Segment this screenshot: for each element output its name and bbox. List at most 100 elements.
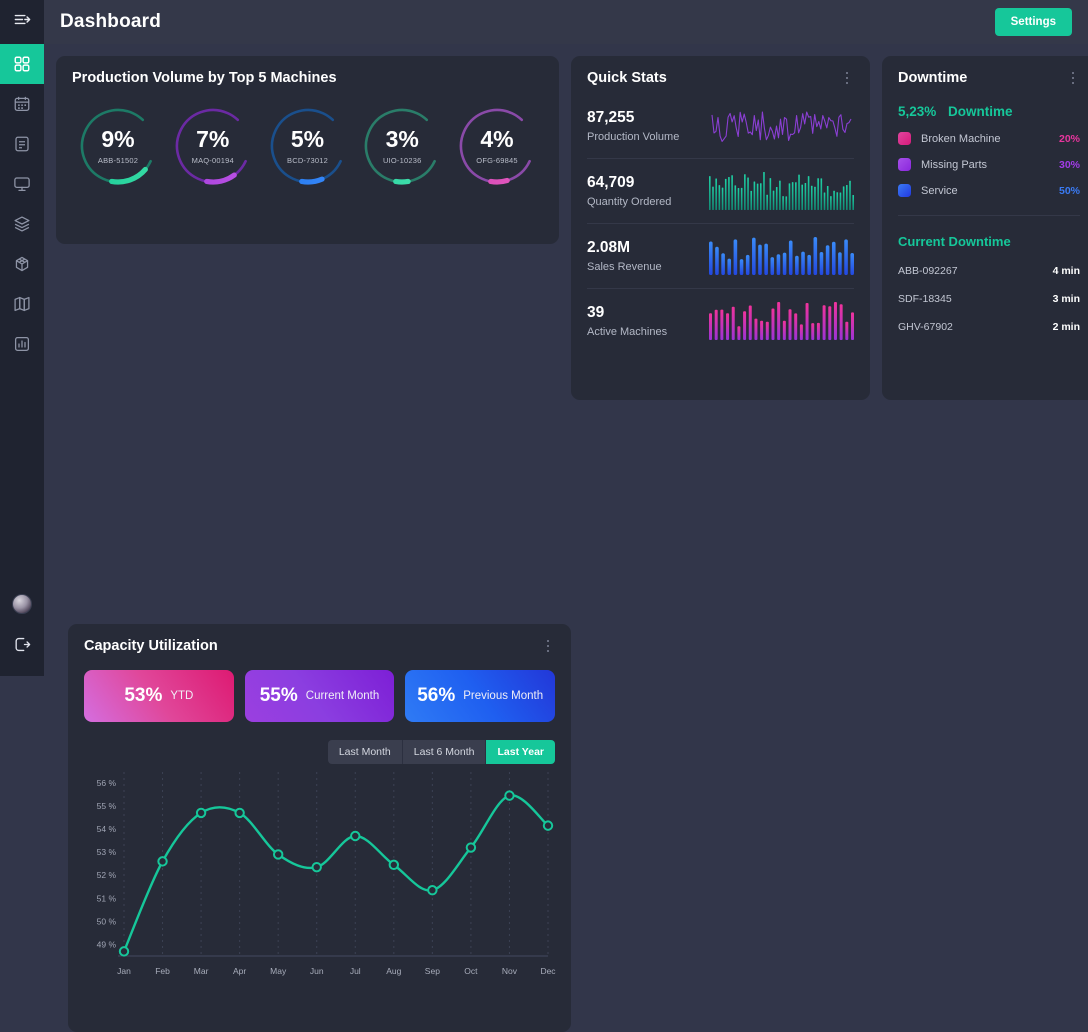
production-gauge: 5%BCD-73012 [264,102,352,190]
capacity-metric-card[interactable]: 56%Previous Month [405,670,555,722]
x-axis-tick: Jul [350,966,361,976]
sparkline-bar [851,312,854,340]
current-downtime-list: ABB-0922674 min SDF-183453 min GHV-679022 … [898,265,1080,333]
sidebar-toggle[interactable] [0,0,44,44]
quick-stats-header: Quick Stats [587,70,854,86]
sparkline-bar [783,253,787,275]
legend-swatch [898,184,911,197]
sparkline-bar [732,307,735,340]
sidebar-item-documents[interactable] [0,124,44,164]
data-point [351,832,359,840]
quick-stat-label: Production Volume [587,131,707,143]
capacity-metric-card[interactable]: 53%YTD [84,670,234,722]
quick-stat-value: 87,255 [587,109,707,127]
downtime-header: Downtime [898,70,1080,86]
sparkline-bar [764,244,768,275]
x-axis-tick: Jan [117,966,131,976]
capacity-line-chart: 49 %50 %51 %52 %53 %54 %55 %56 %JanFebMa… [84,764,555,995]
data-point [505,791,513,799]
quick-stat-text: 2.08MSales Revenue [587,239,707,273]
user-avatar[interactable] [0,584,44,624]
current-downtime-row: ABB-0922674 min [898,265,1080,277]
production-gauge: 9%ABB-51502 [74,102,162,190]
quick-stats-card: Quick Stats 87,255Production Volume64,70… [571,56,870,400]
capacity-metric-label: Current Month [306,690,380,702]
x-axis-tick: Sep [425,966,440,976]
capacity-metric-label: YTD [170,690,193,702]
sparkline-bar [727,259,731,275]
sparkline-bar [741,188,743,210]
downtime-summary-value: 5,23% [898,104,936,119]
sparkline-bar [740,259,744,275]
data-point [158,857,166,865]
logout-button[interactable] [0,624,44,664]
sparkline-bar [758,245,762,275]
range-tab[interactable]: Last Year [485,740,555,764]
sparkline-bar [777,254,781,275]
sparkline-bar [811,323,814,340]
gauge-machine-id: UIO-10236 [383,156,422,165]
capacity-metric-card[interactable]: 55%Current Month [245,670,395,722]
downtime-menu-icon[interactable] [1066,70,1080,86]
sparkline-bar [770,178,772,210]
sidebar-item-calendar[interactable] [0,84,44,124]
data-point [390,861,398,869]
sparkline-bars [709,233,854,279]
capacity-metric-cards: 53%YTD55%Current Month56%Previous Month [84,670,555,722]
sidebar-item-map[interactable] [0,284,44,324]
data-point [313,863,321,871]
quick-stat-text: 39Active Machines [587,304,707,338]
sparkline-bar [728,177,730,210]
legend-swatch [898,132,911,145]
gauge-percent: 3% [386,128,419,151]
sidebar-item-dashboard[interactable] [0,44,44,84]
calendar-icon [13,95,31,113]
production-gauge: 3% UIO-10236 [358,102,446,190]
x-axis-tick: Jun [310,966,324,976]
sidebar-item-layers[interactable] [0,204,44,244]
quick-stat-row: 39Active Machines [587,289,854,353]
y-axis-tick: 49 % [97,939,117,949]
gauge-list: 9%ABB-515027%MAQ-001945%BCD-73012 3% UIO-1… [72,102,543,190]
sparkline-bar [773,191,775,210]
sparkline-bar [743,311,746,340]
x-axis-tick: Mar [194,966,209,976]
legend-label: Service [921,185,958,197]
range-tab[interactable]: Last Month [328,740,402,764]
sparkline-bar [709,313,712,340]
sparkline-bar [719,185,721,210]
monitor-icon [13,175,31,193]
sparkline-bar [806,303,809,340]
downtime-summary: 5,23% Downtime [898,104,1080,119]
sparkline-bar [738,188,740,210]
gauge-label: 4%OFG-69845 [453,102,541,190]
capacity-menu-icon[interactable] [541,638,555,654]
production-card-header: Production Volume by Top 5 Machines [72,70,543,86]
sparkline-bar [820,252,824,275]
downtime-legend-item: Service50% [898,184,1080,197]
sparkline-bar [823,305,826,340]
sidebar-item-reports[interactable] [0,324,44,364]
data-point [544,821,552,829]
sparkline-bar [770,257,774,275]
current-downtime-row: GHV-679022 min [898,321,1080,333]
settings-button[interactable]: Settings [995,8,1072,36]
downtime-title: Downtime [898,70,967,86]
downtime-legend-item: Broken Machine20% [898,132,1080,145]
bar-chart-icon [13,335,31,353]
quick-stats-menu-icon[interactable] [840,70,854,86]
gauge-label: 7%MAQ-00194 [169,102,257,190]
current-downtime-row: SDF-183453 min [898,293,1080,305]
sparkline-bar [777,302,780,340]
capacity-range-tabs: Last MonthLast 6 MonthLast Year [84,740,555,764]
sidebar-item-assets[interactable] [0,244,44,284]
gauge-label: 3% UIO-10236 [358,102,446,190]
current-downtime-title: Current Downtime [898,234,1080,249]
sidebar-item-monitoring[interactable] [0,164,44,204]
sparkline-bar [712,187,714,210]
sparkline-bar [760,183,762,210]
sparkline-bar [795,182,797,210]
sparkline-bar [731,175,733,210]
sparkline-bar [817,178,819,210]
range-tab[interactable]: Last 6 Month [402,740,486,764]
